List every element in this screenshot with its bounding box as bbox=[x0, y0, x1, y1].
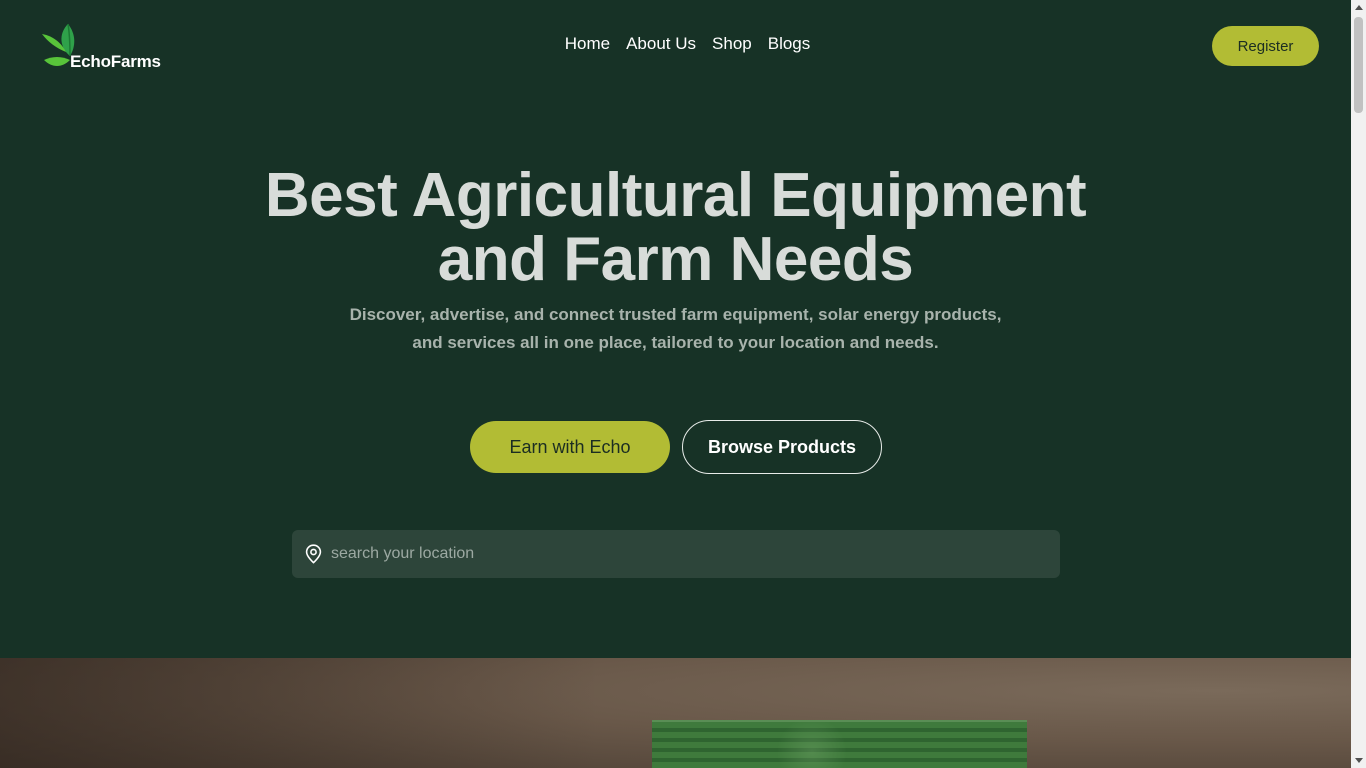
scroll-down-arrow-icon[interactable] bbox=[1351, 753, 1366, 768]
hero-subtitle-line-2: and services all in one place, tailored … bbox=[412, 333, 939, 352]
scrollbar-thumb[interactable] bbox=[1354, 17, 1363, 113]
register-button[interactable]: Register bbox=[1212, 26, 1319, 66]
hero-title: Best Agricultural Equipment and Farm Nee… bbox=[0, 164, 1351, 292]
main-nav: Home About Us Shop Blogs bbox=[0, 34, 1351, 54]
scroll-up-arrow-icon[interactable] bbox=[1351, 0, 1366, 15]
hero-title-line-2: and Farm Needs bbox=[437, 225, 914, 294]
hero-product-image bbox=[0, 658, 1351, 768]
brand-name: EchoFarms bbox=[70, 52, 161, 71]
product-box-image bbox=[652, 720, 1027, 768]
nav-shop[interactable]: Shop bbox=[712, 34, 752, 54]
nav-about-us[interactable]: About Us bbox=[626, 34, 696, 54]
location-search-input[interactable] bbox=[331, 530, 1031, 578]
vertical-scrollbar[interactable] bbox=[1351, 0, 1366, 768]
nav-blogs[interactable]: Blogs bbox=[768, 34, 811, 54]
nav-home[interactable]: Home bbox=[565, 34, 610, 54]
page: EchoFarms Home About Us Shop Blogs Regis… bbox=[0, 0, 1351, 768]
location-search[interactable] bbox=[292, 530, 1060, 578]
hero-subtitle: Discover, advertise, and connect trusted… bbox=[340, 301, 1011, 357]
earn-with-echo-button[interactable]: Earn with Echo bbox=[470, 421, 670, 473]
location-pin-icon bbox=[305, 544, 322, 569]
browse-products-button[interactable]: Browse Products bbox=[682, 420, 882, 474]
hero-title-line-1: Best Agricultural Equipment bbox=[264, 161, 1087, 230]
hero-subtitle-line-1: Discover, advertise, and connect trusted… bbox=[349, 305, 1002, 324]
